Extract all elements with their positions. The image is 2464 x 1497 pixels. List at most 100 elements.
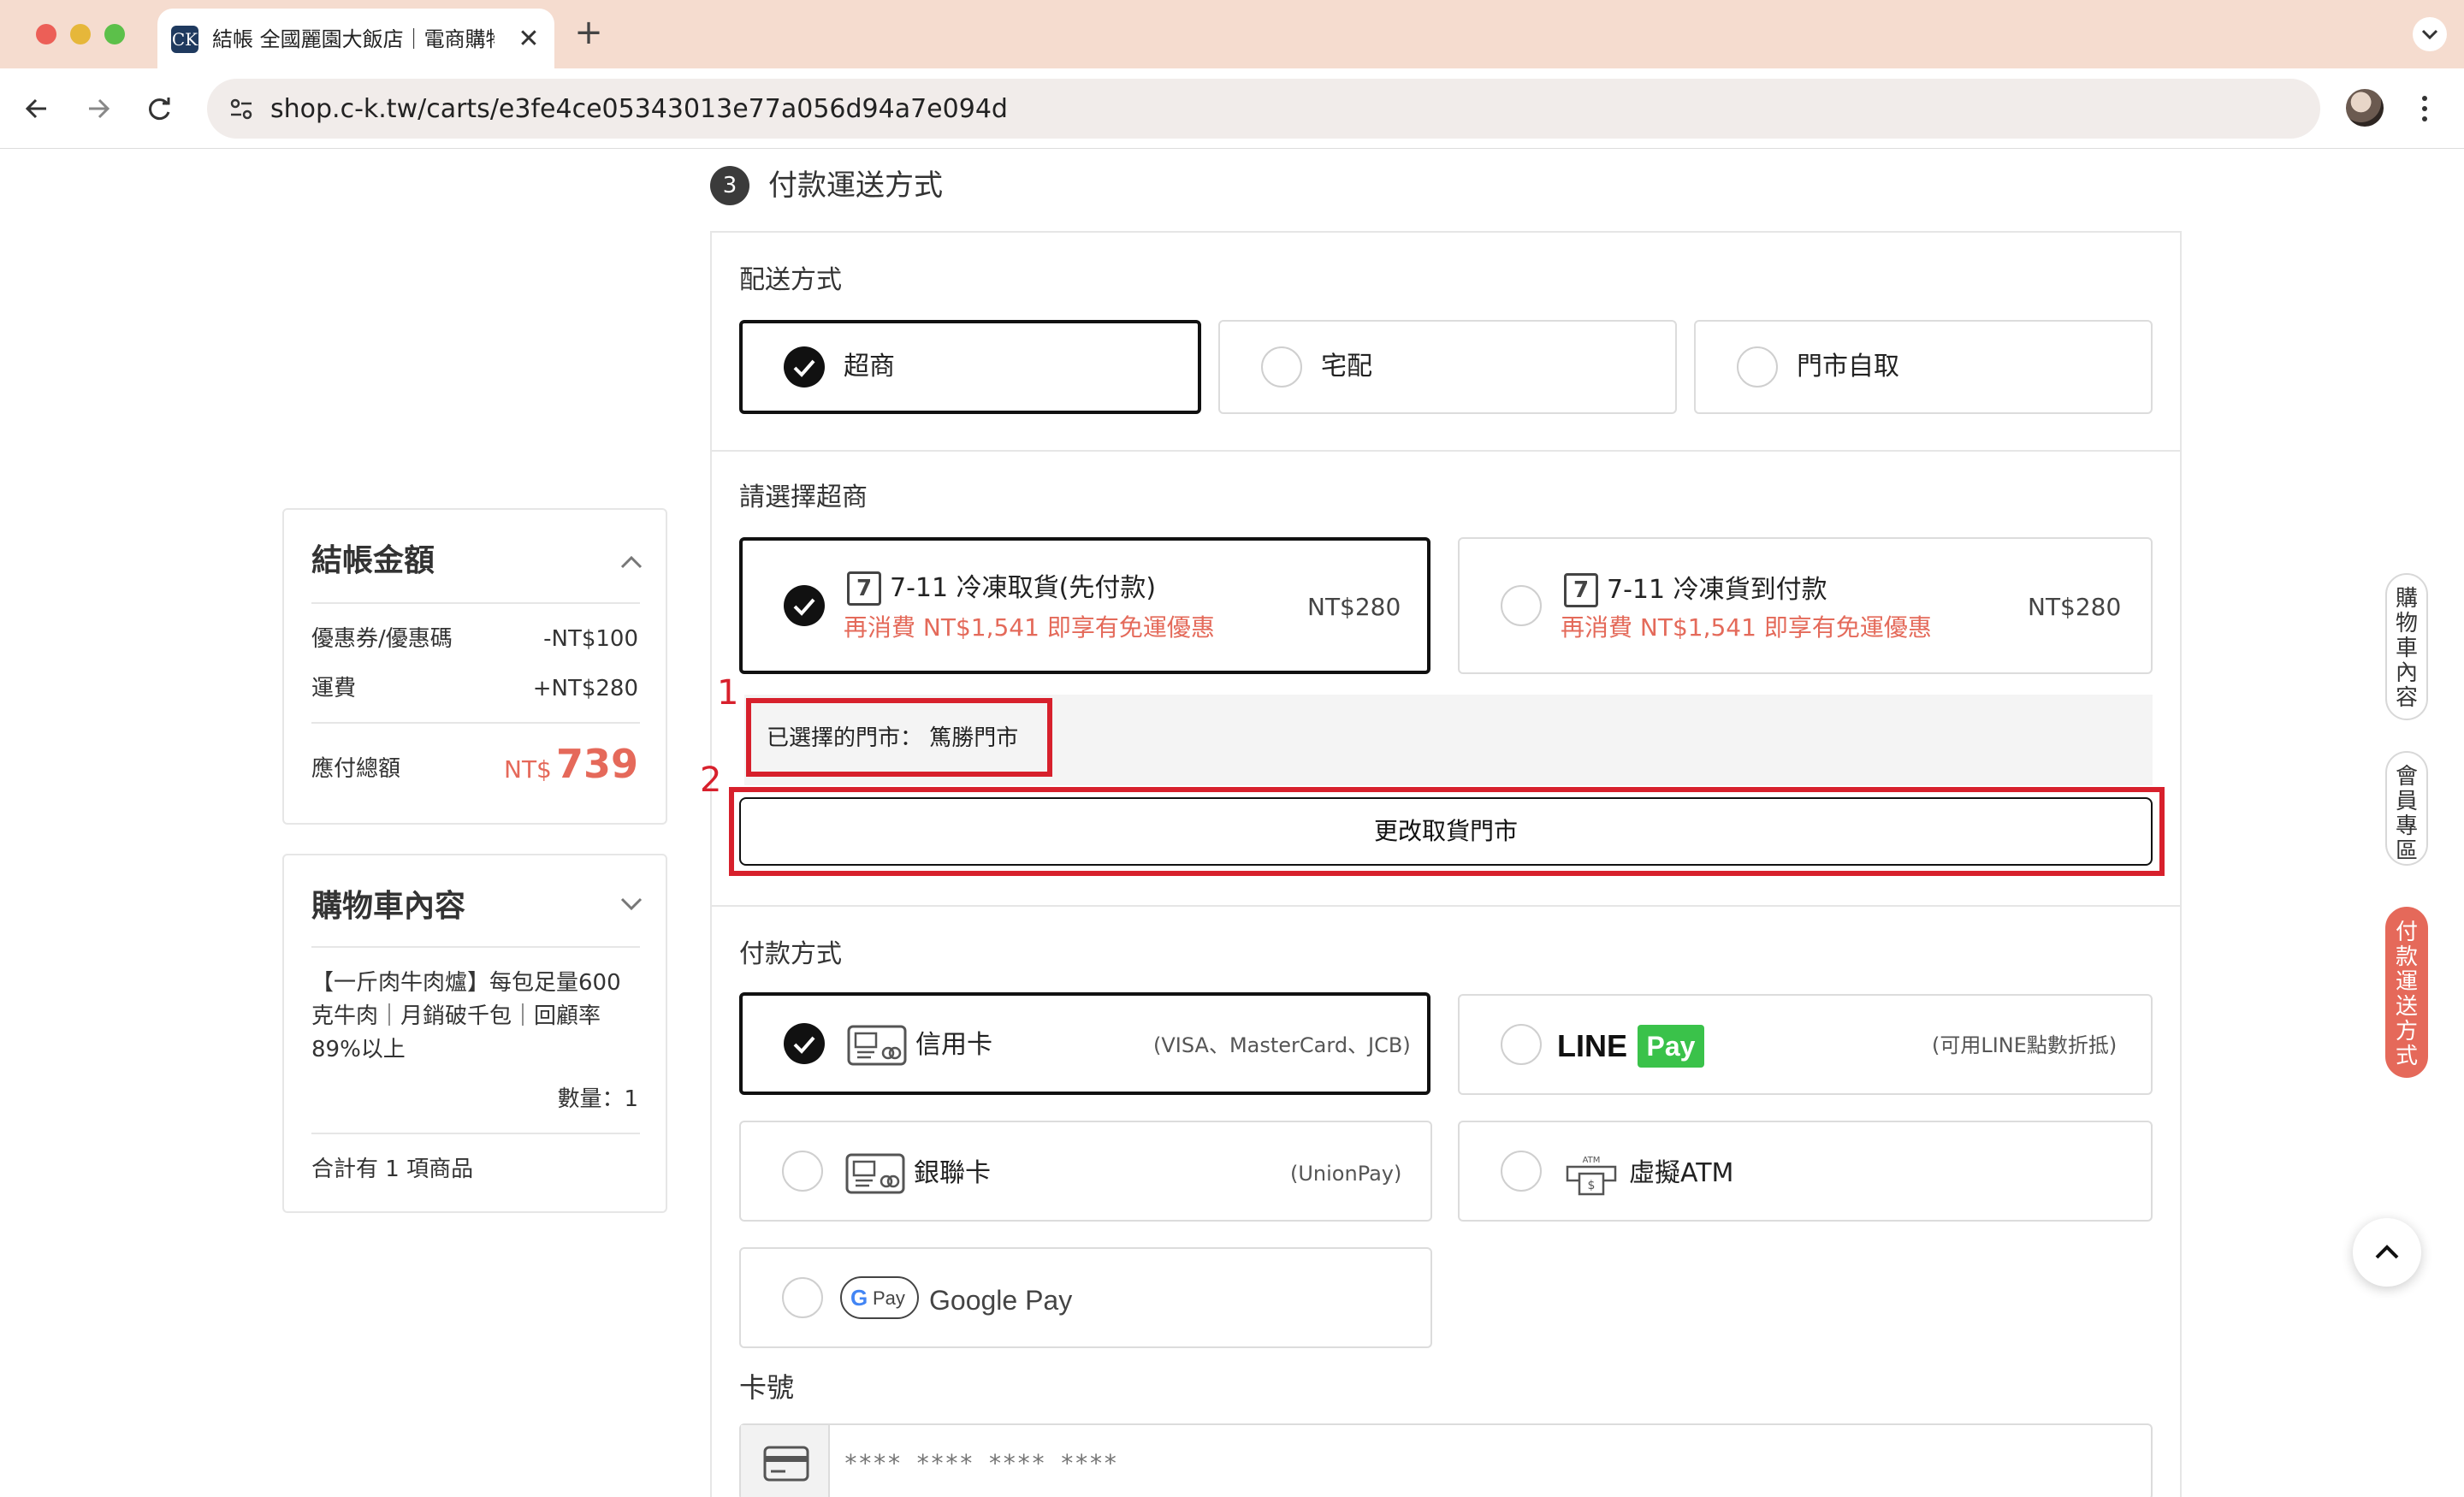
free-shipping-promo: 再消費 NT$1,541 即享有免運優惠 <box>1561 613 1932 642</box>
card-number-label: 卡號 <box>739 1371 795 1404</box>
payment-option-label: 信用卡 <box>915 1030 992 1060</box>
payment-option-label: Google Pay <box>929 1285 1073 1316</box>
payment-option-google-pay[interactable]: G Pay Google Pay <box>739 1247 1432 1348</box>
store-option-price: NT$280 <box>1307 593 1401 621</box>
cart-total-items: 合計有 1 項商品 <box>311 1157 474 1182</box>
card-number-field <box>739 1423 2153 1497</box>
divider <box>712 905 2180 907</box>
google-pay-icon: G Pay <box>840 1276 919 1319</box>
payment-option-hint: (UnionPay) <box>1290 1162 1402 1186</box>
payment-option-virtual-atm[interactable]: $ ATM 虛擬ATM <box>1458 1121 2153 1222</box>
card-number-input[interactable] <box>844 1437 2127 1488</box>
total-value: 739 <box>555 741 638 787</box>
browser-tab[interactable]: CK 結帳 全國麗園大飯店｜電商購物 ✕ <box>157 9 554 68</box>
tab-close-icon[interactable]: ✕ <box>513 24 544 55</box>
checkout-summary-card: 結帳金額 優惠券/優惠碼 -NT$100 運費 +NT$280 應付總額 NT$… <box>282 508 667 825</box>
seven-eleven-icon: 7 <box>1564 573 1598 607</box>
card-icon <box>763 1446 809 1482</box>
annotation-number-1: 1 <box>717 673 739 713</box>
atm-icon: $ ATM <box>1566 1156 1617 1196</box>
chevron-down-icon[interactable] <box>619 896 643 912</box>
total-amount: NT$ 739 <box>504 741 638 787</box>
side-nav-payment-shipping[interactable]: 付款運送方式 <box>2385 907 2428 1078</box>
browser-toolbar: shop.c-k.tw/carts/e3fe4ce05343013e77a056… <box>0 68 2464 149</box>
payment-option-line-pay[interactable]: LINE Pay (可用LINE點數折抵) <box>1458 994 2153 1095</box>
new-tab-button[interactable]: + <box>572 15 606 50</box>
url-text: shop.c-k.tw/carts/e3fe4ce05343013e77a056… <box>270 94 1008 124</box>
radio-button[interactable] <box>1261 346 1302 388</box>
free-shipping-promo: 再消費 NT$1,541 即享有免運優惠 <box>844 613 1215 642</box>
store-option-price: NT$280 <box>2028 593 2122 621</box>
store-option-label: 7-11 冷凍貨到付款 <box>1607 575 1827 605</box>
browser-chrome: CK 結帳 全國麗園大飯店｜電商購物 ✕ + shop.c-k.tw/carts… <box>0 0 2464 149</box>
payment-option-credit-card[interactable]: 信用卡 (VISA、MasterCard、JCB) <box>739 992 1430 1095</box>
radio-button[interactable] <box>1501 585 1542 626</box>
radio-button[interactable] <box>782 1277 823 1318</box>
checkmark-icon <box>784 585 825 626</box>
close-window-button[interactable] <box>36 24 56 44</box>
back-arrow-icon[interactable] <box>15 87 58 130</box>
radio-button[interactable] <box>1501 1024 1542 1065</box>
payment-method-label: 付款方式 <box>739 939 842 969</box>
total-label: 應付總額 <box>311 756 401 782</box>
cart-contents-card: 購物車內容 【一斤肉牛肉爐】每包足量600克牛肉｜月銷破千包｜回顧率89%以上 … <box>282 854 667 1213</box>
maximize-window-button[interactable] <box>104 24 125 44</box>
selected-store-text: 已選擇的門市： 篤勝門市 <box>767 725 1019 751</box>
store-option-prepaid[interactable]: 7 7-11 冷凍取貨(先付款) 再消費 NT$1,541 即享有免運優惠 NT… <box>739 537 1430 674</box>
summary-title: 結帳金額 <box>311 543 435 578</box>
shipping-method-label: 配送方式 <box>739 265 842 295</box>
seven-eleven-icon: 7 <box>847 571 881 606</box>
checkmark-icon <box>784 1023 825 1064</box>
unionpay-card-icon <box>845 1153 905 1194</box>
payment-option-label: 虛擬ATM <box>1629 1158 1734 1188</box>
side-nav-member[interactable]: 會員專區 <box>2385 751 2428 866</box>
shipping-option-label: 門市自取 <box>1797 352 1899 382</box>
divider <box>311 722 640 724</box>
shipping-option-label: 宅配 <box>1321 352 1372 382</box>
convenience-store-label: 請選擇超商 <box>739 482 868 512</box>
side-nav-cart[interactable]: 購物車內容 <box>2385 573 2428 720</box>
svg-text:ATM: ATM <box>1583 1156 1601 1165</box>
divider <box>712 450 2180 452</box>
cart-item-name: 【一斤肉牛肉爐】每包足量600克牛肉｜月銷破千包｜回顧率89%以上 <box>311 970 621 1062</box>
radio-button[interactable] <box>1737 346 1778 388</box>
shipping-option-home-delivery[interactable]: 宅配 <box>1218 320 1677 414</box>
chevron-up-icon <box>2375 1245 2399 1259</box>
line-pay-logo-pay: Pay <box>1638 1025 1704 1068</box>
radio-button[interactable] <box>782 1151 823 1192</box>
address-bar[interactable]: shop.c-k.tw/carts/e3fe4ce05343013e77a056… <box>207 79 2320 139</box>
chevron-up-icon[interactable] <box>619 554 643 570</box>
divider <box>311 602 640 604</box>
store-option-cash-on-delivery[interactable]: 7 7-11 冷凍貨到付款 再消費 NT$1,541 即享有免運優惠 NT$28… <box>1458 537 2153 674</box>
tab-search-chevron-icon[interactable] <box>2413 17 2447 51</box>
radio-button[interactable] <box>1501 1151 1542 1192</box>
divider <box>311 946 640 948</box>
step-number-badge: 3 <box>710 166 749 205</box>
back-to-top-button[interactable] <box>2353 1218 2421 1287</box>
payment-option-hint: (VISA、MasterCard、JCB) <box>1153 1033 1411 1057</box>
cart-title: 購物車內容 <box>311 889 466 924</box>
store-option-label: 7-11 冷凍取貨(先付款) <box>890 573 1157 603</box>
svg-text:$: $ <box>1588 1179 1596 1192</box>
card-icon-addon <box>741 1425 830 1497</box>
forward-arrow-icon[interactable] <box>77 87 120 130</box>
profile-avatar[interactable] <box>2346 89 2384 127</box>
tab-title: 結帳 全國麗園大飯店｜電商購物 <box>212 27 495 51</box>
coupon-label: 優惠券/優惠碼 <box>311 626 453 652</box>
divider <box>311 1133 640 1134</box>
payment-option-hint: (可用LINE點數折抵) <box>1932 1033 2118 1057</box>
change-pickup-store-button[interactable]: 更改取貨門市 <box>739 797 2153 866</box>
checkmark-icon <box>784 346 825 388</box>
step-title: 付款運送方式 <box>768 169 943 203</box>
cart-item-quantity: 數量：1 <box>557 1086 638 1112</box>
shipping-option-store-pickup[interactable]: 門市自取 <box>1694 320 2153 414</box>
reload-icon[interactable] <box>139 87 181 130</box>
shipping-fee-value: +NT$280 <box>532 676 638 701</box>
shipping-option-convenience-store[interactable]: 超商 <box>739 320 1201 414</box>
annotation-number-2: 2 <box>700 760 722 800</box>
minimize-window-button[interactable] <box>70 24 91 44</box>
browser-menu-icon[interactable] <box>2408 87 2442 130</box>
payment-option-label: 銀聯卡 <box>914 1158 991 1188</box>
site-info-icon[interactable] <box>224 92 258 126</box>
payment-option-unionpay[interactable]: 銀聯卡 (UnionPay) <box>739 1121 1432 1222</box>
